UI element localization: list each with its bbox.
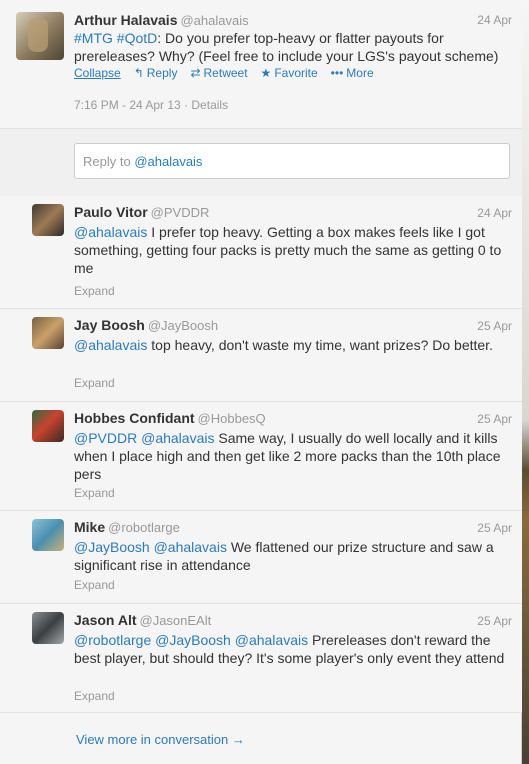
ellipsis-icon: ••• bbox=[330, 66, 344, 80]
tweet-actions: Collapse ↰ Reply ⇄ Retweet ★ Favorite ••• Mo… bbox=[74, 66, 374, 80]
tweet-date[interactable]: 24 Apr bbox=[477, 206, 512, 220]
author-handle[interactable]: @JayBoosh bbox=[148, 318, 218, 333]
avatar[interactable] bbox=[32, 317, 64, 349]
star-icon: ★ bbox=[260, 66, 272, 80]
author-name[interactable]: Hobbes Confidant bbox=[74, 410, 195, 426]
mention-links[interactable]: @robotlarge @JayBoosh @ahalavais bbox=[74, 632, 308, 648]
tweet-body: top heavy, don't waste my time, want pri… bbox=[147, 337, 493, 353]
retweet-button[interactable]: ⇄ Retweet bbox=[190, 66, 247, 80]
more-label: More bbox=[346, 66, 374, 80]
expand-link[interactable]: Expand bbox=[74, 284, 115, 298]
tweet-text: @robotlarge @JayBoosh @ahalavais Prerele… bbox=[74, 631, 514, 667]
expand-link[interactable]: Expand bbox=[74, 376, 115, 390]
reply-button[interactable]: ↰ Reply bbox=[134, 66, 178, 80]
favorite-label: Favorite bbox=[274, 66, 318, 80]
hashtag-link[interactable]: #QotD bbox=[117, 30, 157, 46]
expand-link[interactable]: Expand bbox=[74, 486, 115, 500]
author-name[interactable]: Jason Alt bbox=[74, 612, 137, 628]
tweet-date[interactable]: 25 Apr bbox=[477, 412, 512, 426]
tweet-meta[interactable]: 7:16 PM - 24 Apr 13 · Details bbox=[74, 98, 228, 112]
tweet-text: @ahalavais I prefer top heavy. Getting a… bbox=[74, 223, 514, 277]
author-name[interactable]: Paulo Vitor bbox=[74, 204, 148, 220]
author-name[interactable]: Arthur Halavais bbox=[74, 12, 177, 28]
expand-link[interactable]: Expand bbox=[74, 578, 115, 592]
author-handle[interactable]: @robotlarge bbox=[108, 520, 180, 535]
author-handle[interactable]: @JasonEAlt bbox=[140, 613, 212, 628]
reply-tweet[interactable]: Paulo Vitor @PVDDR 24 Apr @ahalavais I pr… bbox=[0, 196, 522, 309]
main-tweet: Arthur Halavais @ahalavais 24 Apr #MTG #Q… bbox=[0, 0, 522, 128]
reply-input[interactable]: Reply to @ahalavais bbox=[74, 143, 510, 179]
tweet-text: @JayBoosh @ahalavais We flattened our pr… bbox=[74, 538, 514, 574]
retweet-icon: ⇄ bbox=[190, 66, 201, 80]
view-more-link[interactable]: View more in conversation → bbox=[76, 732, 245, 747]
tweet-date[interactable]: 24 Apr bbox=[477, 13, 512, 27]
more-button[interactable]: ••• More bbox=[331, 66, 374, 80]
reply-label: Reply bbox=[146, 66, 178, 80]
avatar[interactable] bbox=[32, 612, 64, 644]
tweet-text: @ahalavais top heavy, don't waste my tim… bbox=[74, 336, 514, 354]
tweet-date[interactable]: 25 Apr bbox=[477, 614, 512, 628]
author-handle[interactable]: @ahalavais bbox=[180, 13, 248, 28]
conversation-panel: Arthur Halavais @ahalavais 24 Apr #MTG #Q… bbox=[0, 0, 522, 764]
avatar[interactable] bbox=[32, 410, 64, 442]
reply-tweet[interactable]: Mike @robotlarge 25 Apr @JayBoosh @ahalav… bbox=[0, 511, 522, 604]
mention-links[interactable]: @PVDDR @ahalavais bbox=[74, 430, 214, 446]
author-name[interactable]: Jay Boosh bbox=[74, 317, 145, 333]
favorite-button[interactable]: ★ Favorite bbox=[261, 66, 318, 80]
reply-icon: ↰ bbox=[133, 66, 144, 80]
hashtag-link[interactable]: #MTG bbox=[74, 30, 113, 46]
tweet-date[interactable]: 25 Apr bbox=[477, 521, 512, 535]
mention-links[interactable]: @ahalavais bbox=[74, 337, 147, 353]
mention-links[interactable]: @ahalavais bbox=[74, 224, 147, 240]
tweet-text: @PVDDR @ahalavais Same way, I usually do… bbox=[74, 429, 514, 483]
avatar[interactable] bbox=[32, 204, 64, 236]
collapse-link[interactable]: Collapse bbox=[74, 66, 121, 80]
mention-links[interactable]: @JayBoosh @ahalavais bbox=[74, 539, 227, 555]
reply-area: Reply to @ahalavais bbox=[0, 128, 522, 197]
author-handle[interactable]: @HobbesQ bbox=[198, 411, 266, 426]
avatar[interactable] bbox=[32, 519, 64, 551]
reply-mention: @ahalavais bbox=[134, 154, 203, 169]
author-handle[interactable]: @PVDDR bbox=[151, 205, 210, 220]
tweet-text: #MTG #QotD: Do you prefer top-heavy or f… bbox=[74, 29, 514, 65]
reply-tweet[interactable]: Jay Boosh @JayBoosh 25 Apr @ahalavais top… bbox=[0, 309, 522, 402]
tweet-date[interactable]: 25 Apr bbox=[477, 319, 512, 333]
reply-prefix: Reply to bbox=[83, 154, 135, 169]
avatar[interactable] bbox=[16, 12, 64, 60]
retweet-label: Retweet bbox=[203, 66, 248, 80]
expand-link[interactable]: Expand bbox=[74, 689, 115, 703]
author-name[interactable]: Mike bbox=[74, 519, 105, 535]
reply-tweet[interactable]: Hobbes Confidant @HobbesQ 25 Apr @PVDDR @… bbox=[0, 402, 522, 511]
reply-tweet[interactable]: Jason Alt @JasonEAlt 25 Apr @robotlarge @… bbox=[0, 604, 522, 713]
